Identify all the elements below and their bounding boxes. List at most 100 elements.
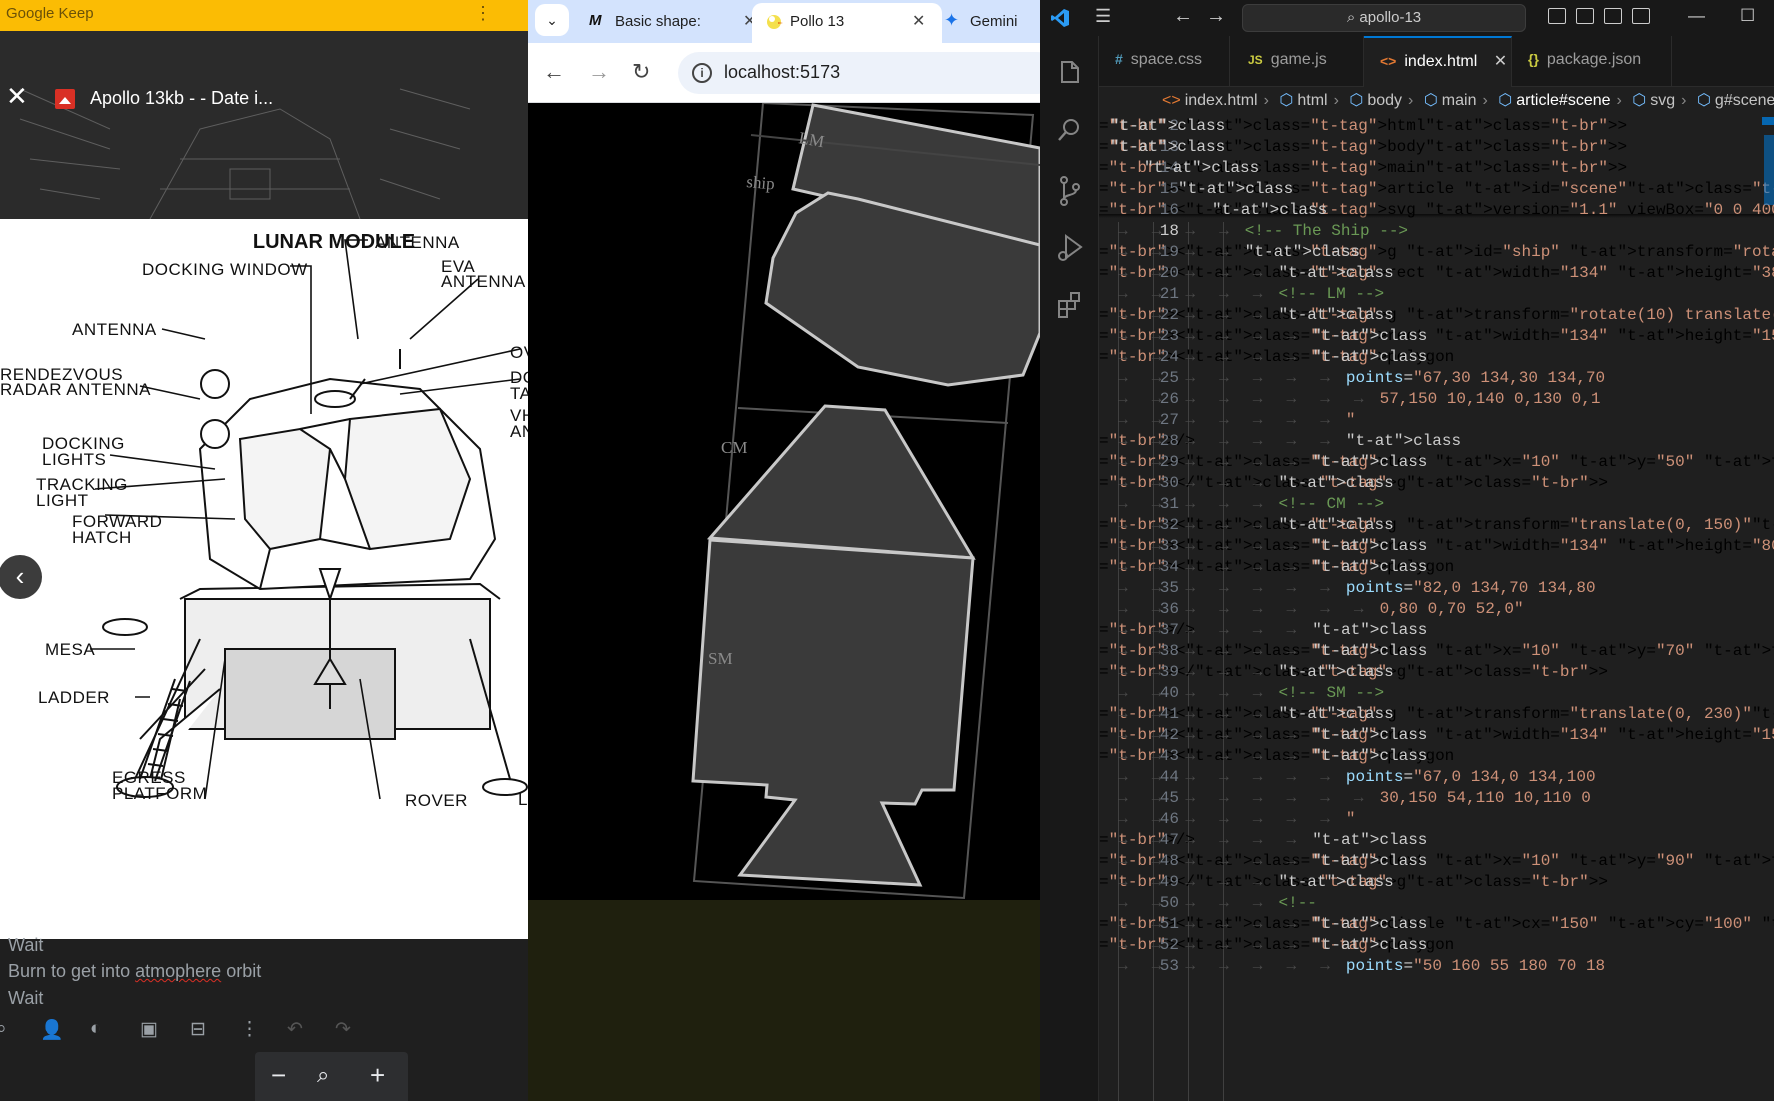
breadcrumb-item[interactable]: main: [1442, 92, 1477, 109]
minimize-icon[interactable]: —: [1688, 6, 1705, 26]
tab-search-button[interactable]: ⌄: [535, 4, 569, 36]
tab-package-json-label: package.json: [1546, 51, 1642, 68]
code-line[interactable]: 41 → → → → → "t-at">class ="t-br"><"t-at">class…: [1099, 705, 1774, 726]
explorer-icon[interactable]: [1056, 58, 1084, 86]
breadcrumb-item[interactable]: article#scene: [1516, 92, 1610, 109]
extensions-icon[interactable]: [1056, 290, 1086, 320]
code-line[interactable]: 32 → → → → → "t-at">class ="t-br"><"t-at">class…: [1099, 516, 1774, 537]
sticky-scroll-line[interactable]: 15 "t-at">class ="t-br"><"t-at">class="t-t…: [1099, 180, 1774, 201]
code-line[interactable]: 45 → → → → → → → → 30,150 54,110 10,110 0: [1099, 789, 1774, 810]
customize-layout-icon[interactable]: [1632, 8, 1650, 24]
reminder-icon[interactable]: ⌕: [0, 1018, 7, 1040]
sticky-scroll-line[interactable]: 16 "t-at">class ="t-br"><"t-at">class="t-t…: [1099, 201, 1774, 222]
breadcrumb-item[interactable]: body: [1367, 92, 1402, 109]
sticky-scroll-line[interactable]: 14 "t-at">class ="t-br"><"t-at">class="t-t…: [1099, 159, 1774, 180]
code-line[interactable]: 35 → → → → → → → points="82,0 134,70 134,80: [1099, 579, 1774, 600]
forward-icon[interactable]: →: [1206, 5, 1226, 28]
tab-index-html[interactable]: <> index.html ✕: [1364, 36, 1512, 87]
tab-gemini[interactable]: ✦ Gemini: [932, 3, 1040, 43]
tab-basic-shapes[interactable]: M Basic shape: ✕: [577, 3, 777, 43]
breadcrumb-item[interactable]: index.html: [1185, 92, 1258, 109]
zoom-in-button[interactable]: +: [370, 1060, 385, 1091]
code-line[interactable]: 52 → → → → → → "t-at">class ="t-br"><"t-at">clas…: [1099, 936, 1774, 957]
code-line[interactable]: 46 → → → → → → → ": [1099, 810, 1774, 831]
tab-space-css[interactable]: # space.css: [1099, 36, 1230, 87]
collaborator-icon[interactable]: 👤: [40, 1018, 64, 1042]
zoom-out-button[interactable]: −: [271, 1060, 286, 1091]
breadcrumb-item[interactable]: svg: [1650, 92, 1675, 109]
code-line[interactable]: 39 → → → → → "t-at">class ="t-br"></"t-at">clas…: [1099, 663, 1774, 684]
toggle-panel-icon[interactable]: [1576, 8, 1594, 24]
code-line[interactable]: 30 → → → → → "t-at">class ="t-br"></"t-at">clas…: [1099, 474, 1774, 495]
toggle-secondary-sidebar-icon[interactable]: [1604, 8, 1622, 24]
site-info-icon[interactable]: i: [692, 63, 712, 83]
misspelled-word[interactable]: atmophere: [135, 961, 221, 981]
more-vert-icon[interactable]: ⋮: [240, 1018, 259, 1041]
code-line[interactable]: 42 → → → → → → "t-at">class ="t-br"><"t-at">clas…: [1099, 726, 1774, 747]
previous-image-button[interactable]: ‹: [0, 555, 42, 599]
code-line[interactable]: 50 → → → → → <!--: [1099, 894, 1774, 915]
code-line[interactable]: 19 → → → → "t-at">class ="t-br"><"t-at">class=…: [1099, 243, 1774, 264]
maximize-icon[interactable]: ☐: [1740, 6, 1755, 26]
code-line[interactable]: 18 → → → → <!-- The Ship -->: [1099, 222, 1774, 243]
label-antenna-left: ANTENNA: [72, 320, 157, 339]
close-icon[interactable]: ✕: [6, 83, 28, 109]
code-line[interactable]: 40 → → → → → <!-- SM -->: [1099, 684, 1774, 705]
code-line[interactable]: 43 → → → → → → "t-at">class ="t-br"><"t-at">clas…: [1099, 747, 1774, 768]
back-icon[interactable]: ←: [543, 59, 565, 85]
code-line[interactable]: 44 → → → → → → → points="67,0 134,0 134,100: [1099, 768, 1774, 789]
zoom-icon[interactable]: ⌕: [317, 1062, 329, 1088]
source-control-icon[interactable]: [1056, 174, 1084, 208]
scrollbar-thumb[interactable]: [1764, 135, 1774, 205]
menu-icon[interactable]: ☰: [1095, 6, 1111, 27]
code-line[interactable]: 36 → → → → → → → → 0,80 0,70 52,0": [1099, 600, 1774, 621]
tab-package-json[interactable]: {} package.json: [1512, 36, 1672, 87]
run-debug-icon[interactable]: [1056, 232, 1084, 266]
command-center-search[interactable]: ⌕ apollo-13: [1242, 4, 1526, 32]
close-tab-icon[interactable]: ✕: [1494, 53, 1507, 70]
code-line[interactable]: 29 → → → → → → "t-at">class ="t-br"><"t-at">clas…: [1099, 453, 1774, 474]
tab-game-js[interactable]: JS game.js: [1230, 36, 1364, 87]
editor-scrollbar[interactable]: [1762, 117, 1774, 1101]
search-icon[interactable]: [1056, 116, 1084, 144]
code-line[interactable]: 20 → → → → → "t-at">class ="t-br"><"t-at">class…: [1099, 264, 1774, 285]
undo-icon[interactable]: ↶: [287, 1018, 303, 1041]
code-line[interactable]: 51 → → → → → → "t-at">class ="t-br"><"t-at">clas…: [1099, 915, 1774, 936]
sticky-scroll-line[interactable]: 13 "t-at">class ="t-br"><"t-at">class="t-t…: [1099, 138, 1774, 159]
palette-icon[interactable]: ◐: [90, 1018, 101, 1040]
redo-icon[interactable]: ↷: [335, 1018, 351, 1041]
code-line[interactable]: 31 → → → → → <!-- CM -->: [1099, 495, 1774, 516]
code-line[interactable]: 38 → → → → → → "t-at">class ="t-br"><"t-at">clas…: [1099, 642, 1774, 663]
code-line[interactable]: 47 → → → → → → "t-at">class ="t-br">/>: [1099, 831, 1774, 852]
code-line[interactable]: 22 → → → → → "t-at">class ="t-br"><"t-at">class…: [1099, 306, 1774, 327]
code-line[interactable]: 21 → → → → → <!-- LM -->: [1099, 285, 1774, 306]
forward-icon[interactable]: →: [588, 59, 610, 85]
code-line[interactable]: 49 → → → → → "t-at">class ="t-br"></"t-at">clas…: [1099, 873, 1774, 894]
back-icon[interactable]: ←: [1173, 5, 1193, 28]
code-line[interactable]: 53 → → → → → → → points="50 160 55 180 70 18: [1099, 957, 1774, 978]
symbol-icon: ⬡: [1349, 92, 1364, 109]
close-tab-icon[interactable]: ✕: [912, 11, 925, 31]
code-line[interactable]: 37 → → → → → → "t-at">class ="t-br">/>: [1099, 621, 1774, 642]
reload-icon[interactable]: ↻: [632, 59, 650, 85]
code-line[interactable]: 24 → → → → → → "t-at">class ="t-br"><"t-at">clas…: [1099, 348, 1774, 369]
code-line[interactable]: 25 → → → → → → → points="67,30 134,30 134,70: [1099, 369, 1774, 390]
sticky-scroll-line[interactable]: 2 "t-at">class ="t-br"><"t-at">class="t-ta…: [1099, 117, 1774, 138]
archive-icon[interactable]: ⊟: [190, 1018, 206, 1041]
address-bar[interactable]: i localhost:5173: [678, 52, 1040, 94]
code-editor[interactable]: 2 "t-at">class ="t-br"><"t-at">class="t-ta…: [1099, 117, 1774, 1101]
more-vert-icon[interactable]: ⋮: [474, 3, 492, 24]
image-icon[interactable]: ▣: [140, 1018, 158, 1041]
breadcrumb-item[interactable]: g#scene-: [1715, 92, 1774, 109]
code-line[interactable]: 28 → → → → → → → "t-at">class ="t-br">/>: [1099, 432, 1774, 453]
code-line[interactable]: 26 → → → → → → → → 57,150 10,140 0,130 0,1: [1099, 390, 1774, 411]
tab-pollo-13[interactable]: Pollo 13 ✕: [752, 3, 942, 43]
toggle-sidebar-icon[interactable]: [1548, 8, 1566, 24]
code-line[interactable]: 23 → → → → → → "t-at">class ="t-br"><"t-at">clas…: [1099, 327, 1774, 348]
code-line[interactable]: 33 → → → → → → "t-at">class ="t-br"><"t-at">clas…: [1099, 537, 1774, 558]
vscode-window: ☰ ← → ⌕ apollo-13 — ☐ # space.css JS game.…: [1040, 0, 1774, 1101]
code-line[interactable]: 48 → → → → → → "t-at">class ="t-br"><"t-at">clas…: [1099, 852, 1774, 873]
breadcrumb-item[interactable]: html: [1297, 92, 1327, 109]
code-line[interactable]: 27 → → → → → → → ": [1099, 411, 1774, 432]
code-line[interactable]: 34 → → → → → → "t-at">class ="t-br"><"t-at">clas…: [1099, 558, 1774, 579]
